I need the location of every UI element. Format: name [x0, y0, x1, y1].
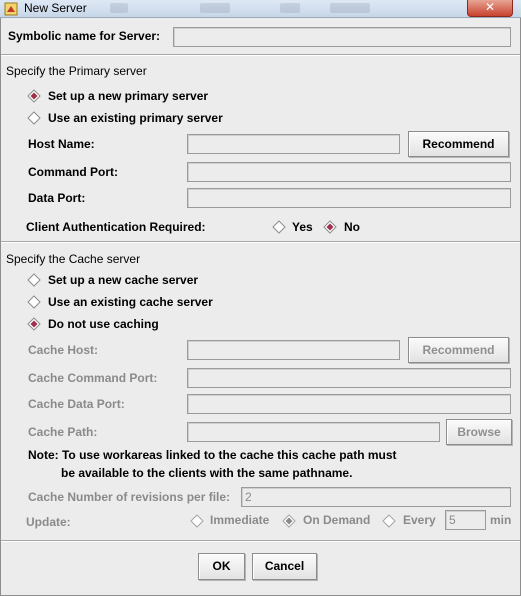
window-title: New Server — [24, 1, 87, 15]
radio-diamond-icon — [27, 273, 41, 287]
radio-diamond-icon — [323, 220, 337, 234]
cache-command-port-field[interactable] — [187, 368, 511, 388]
radio-new-primary-label[interactable]: Set up a new primary server — [48, 89, 208, 103]
command-port-label: Command Port: — [28, 165, 118, 179]
cache-revisions-input[interactable] — [242, 488, 510, 506]
cache-host-label: Cache Host: — [28, 343, 99, 357]
update-label: Update: — [26, 515, 71, 529]
ok-button[interactable]: OK — [198, 553, 245, 580]
command-port-input[interactable] — [188, 163, 510, 181]
radio-diamond-icon — [27, 89, 41, 103]
radio-update-every-label[interactable]: Every — [403, 513, 436, 527]
radio-update-immediate-label[interactable]: Immediate — [210, 513, 269, 527]
update-every-unit: min — [490, 513, 512, 527]
close-button[interactable]: ✕ — [467, 0, 513, 17]
cache-data-port-field[interactable] — [187, 394, 511, 414]
radio-auth-no-label[interactable]: No — [344, 220, 360, 234]
data-port-input[interactable] — [188, 189, 510, 207]
separator — [1, 540, 520, 542]
app-icon — [4, 2, 18, 16]
host-name-input[interactable] — [188, 135, 399, 153]
radio-update-on-demand[interactable] — [281, 513, 297, 529]
radio-new-cache[interactable] — [26, 272, 42, 288]
browse-button[interactable]: Browse — [446, 419, 512, 445]
symbolic-name-field[interactable] — [173, 27, 511, 47]
radio-existing-cache[interactable] — [26, 294, 42, 310]
cache-host-field[interactable] — [187, 340, 400, 360]
radio-no-caching[interactable] — [26, 316, 42, 332]
radio-diamond-icon — [282, 514, 296, 528]
radio-existing-cache-label[interactable]: Use an existing cache server — [48, 295, 213, 309]
radio-diamond-icon — [27, 317, 41, 331]
cache-path-field[interactable] — [187, 422, 440, 442]
data-port-field[interactable] — [187, 188, 511, 208]
radio-diamond-icon — [27, 295, 41, 309]
radio-update-on-demand-label[interactable]: On Demand — [303, 513, 370, 527]
title-bar: New Server ✕ — [0, 0, 521, 18]
radio-auth-no[interactable] — [322, 219, 338, 235]
background-blur — [330, 3, 370, 13]
command-port-field[interactable] — [187, 162, 511, 182]
cache-path-input[interactable] — [188, 423, 439, 441]
recommend-button[interactable]: Recommend — [408, 131, 509, 157]
radio-new-cache-label[interactable]: Set up a new cache server — [48, 273, 198, 287]
cache-command-port-input[interactable] — [188, 369, 510, 387]
close-icon: ✕ — [484, 0, 496, 14]
cache-data-port-label: Cache Data Port: — [28, 397, 125, 411]
cache-note-line1: Note: To use workareas linked to the cac… — [28, 448, 397, 462]
cache-path-label: Cache Path: — [28, 425, 98, 439]
host-name-field[interactable] — [187, 134, 400, 154]
radio-no-caching-label[interactable]: Do not use caching — [48, 317, 159, 331]
radio-diamond-icon — [27, 111, 41, 125]
update-every-field[interactable] — [445, 510, 486, 530]
background-blur — [110, 3, 128, 13]
new-server-dialog: Symbolic name for Server: Specify the Pr… — [0, 18, 521, 596]
separator — [1, 54, 520, 56]
radio-new-primary[interactable] — [26, 88, 42, 104]
primary-section-title: Specify the Primary server — [6, 64, 147, 78]
cache-host-input[interactable] — [188, 341, 399, 359]
data-port-label: Data Port: — [28, 191, 86, 205]
cache-revisions-field[interactable] — [241, 487, 511, 507]
cache-command-port-label: Cache Command Port: — [28, 371, 158, 385]
cache-data-port-input[interactable] — [188, 395, 510, 413]
host-name-label: Host Name: — [28, 137, 95, 151]
update-every-input[interactable] — [446, 511, 485, 529]
radio-auth-yes-label[interactable]: Yes — [292, 220, 313, 234]
radio-update-immediate[interactable] — [189, 513, 205, 529]
background-blur — [200, 3, 230, 13]
separator — [1, 241, 520, 243]
radio-existing-primary[interactable] — [26, 110, 42, 126]
radio-diamond-icon — [190, 514, 204, 528]
client-auth-label: Client Authentication Required: — [26, 220, 206, 234]
cancel-button[interactable]: Cancel — [252, 553, 317, 580]
radio-diamond-icon — [272, 220, 286, 234]
cache-revisions-label: Cache Number of revisions per file: — [28, 490, 231, 504]
background-blur — [280, 3, 300, 13]
cache-note-line2: be available to the clients with the sam… — [61, 466, 353, 480]
symbolic-name-label: Symbolic name for Server: — [8, 29, 161, 43]
cache-recommend-button[interactable]: Recommend — [408, 337, 509, 363]
cache-section-title: Specify the Cache server — [6, 252, 141, 266]
radio-auth-yes[interactable] — [271, 219, 287, 235]
symbolic-name-input[interactable] — [174, 28, 510, 46]
radio-diamond-icon — [382, 514, 396, 528]
radio-existing-primary-label[interactable]: Use an existing primary server — [48, 111, 223, 125]
radio-update-every[interactable] — [381, 513, 397, 529]
